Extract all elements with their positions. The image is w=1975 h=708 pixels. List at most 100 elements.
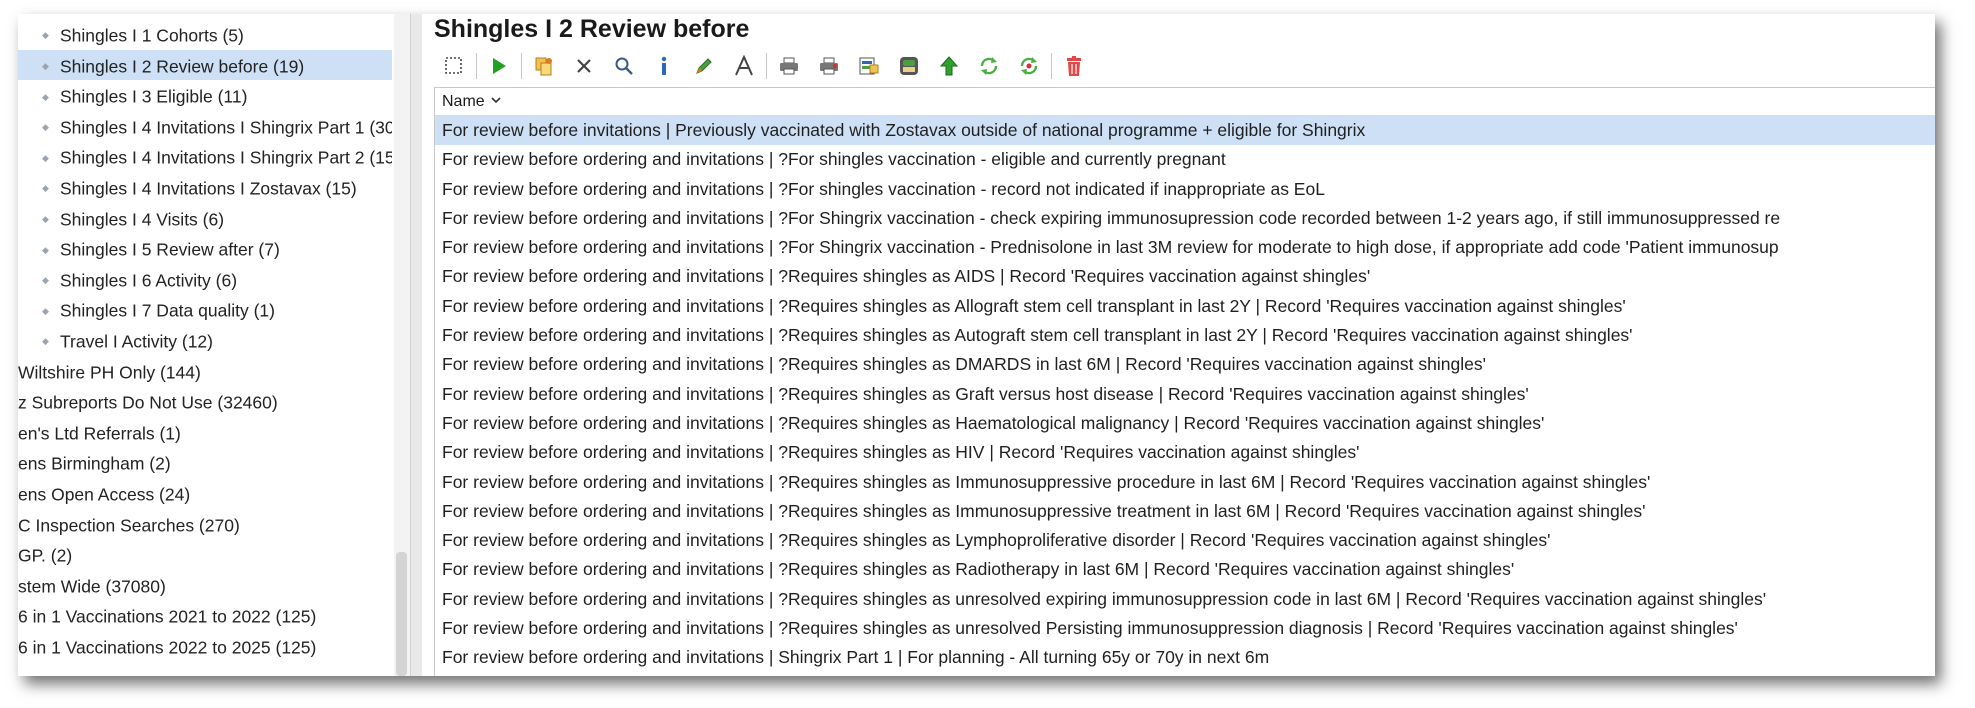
table-row[interactable]: For review before ordering and invitatio… (435, 233, 1935, 262)
tree-item-label: Shingles I 1 Cohorts (5) (60, 25, 244, 46)
table-row[interactable]: For review before ordering and invitatio… (435, 292, 1935, 321)
export-icon (859, 57, 879, 75)
copy-button[interactable] (524, 49, 564, 83)
tree-item[interactable]: ◆ Shingles I 2 Review before (19) (18, 49, 392, 81)
table-row[interactable]: For review before ordering and invitatio… (435, 643, 1935, 672)
tree-bullet-icon: ◆ (42, 305, 49, 316)
tree-item[interactable]: ◆ens Birmingham (2) (18, 447, 392, 478)
table-row[interactable]: For review before ordering and invitatio… (435, 321, 1935, 350)
trash-button[interactable] (1054, 49, 1094, 83)
delete-icon (577, 59, 591, 73)
table-row[interactable]: For review before ordering and invitatio… (435, 526, 1935, 555)
refresh-all-icon (1020, 57, 1038, 75)
table-row[interactable]: For review before ordering and invitatio… (435, 204, 1935, 233)
tree-item-label: en's Ltd Referrals (1) (18, 423, 181, 444)
tree-item-label: Shingles I 4 Invitations I Shingrix Part… (60, 117, 392, 138)
info-button[interactable] (644, 49, 684, 83)
table-row[interactable]: For review before ordering and invitatio… (435, 438, 1935, 467)
tree-item[interactable]: ◆ Shingles I 1 Cohorts (5) (18, 19, 392, 50)
print-preview-button[interactable] (809, 49, 849, 83)
info-icon (661, 56, 667, 75)
font-button[interactable] (724, 49, 764, 83)
select-all-button[interactable] (434, 49, 474, 83)
table-row[interactable]: For review before ordering and invitatio… (435, 262, 1935, 291)
toolbar-separator (521, 53, 522, 79)
column-header-name[interactable]: Name (435, 88, 1935, 116)
table-row[interactable]: For review before ordering and invitatio… (435, 468, 1935, 497)
tree-bullet-icon: ◆ (42, 91, 49, 102)
tree-item[interactable]: ◆ Shingles I 6 Activity (6) (18, 264, 392, 295)
tree-bullet-icon: ◆ (42, 244, 49, 255)
print-button[interactable] (769, 49, 809, 83)
tree-item[interactable]: ◆Wiltshire PH Only (144) (18, 356, 392, 387)
tree-item[interactable]: ◆ens Open Access (24) (18, 478, 392, 509)
tree-item[interactable]: ◆C Inspection Searches (270) (18, 509, 392, 540)
tree-item-label: Shingles I 7 Data quality (1) (60, 300, 275, 321)
tree-item-label: C Inspection Searches (270) (18, 514, 240, 535)
tree-item[interactable]: ◆ Shingles I 3 Eligible (11) (18, 80, 392, 111)
tree-bullet-icon: ◆ (42, 60, 49, 71)
refresh-all-button[interactable] (1009, 49, 1049, 83)
searches-grid: Name For review before invitations | Pre… (434, 87, 1935, 676)
edit-button[interactable] (684, 49, 724, 83)
search-tree: ◆ Shingles I 1 Cohorts (5) ◆ Shingles I 2 R… (18, 19, 392, 661)
tree-item[interactable]: ◆ Shingles I 4 Invitations I Shingrix Par… (18, 111, 392, 142)
tree-item[interactable]: ◆ Shingles I 4 Invitations I Zostavax (15… (18, 172, 392, 203)
tree-item-label: ens Open Access (24) (18, 484, 191, 505)
tree-bullet-icon: ◆ (42, 122, 49, 133)
tree-item[interactable]: ◆6 in 1 Vaccinations 2021 to 2022 (125) (18, 600, 392, 631)
tree-item[interactable]: ◆ Shingles I 4 Visits (6) (18, 203, 392, 234)
toolbar (434, 49, 1094, 83)
table-row[interactable]: For review before ordering and invitatio… (435, 585, 1935, 614)
tree-item[interactable]: ◆ Shingles I 4 Invitations I Shingrix Par… (18, 141, 392, 172)
print-icon (780, 57, 798, 75)
search-tree-pane: ◆ Shingles I 1 Cohorts (5) ◆ Shingles I 2 R… (18, 14, 410, 676)
tree-item[interactable]: ◆z Subreports Do Not Use (32460) (18, 386, 392, 417)
move-up-icon (939, 56, 959, 76)
tree-item[interactable]: ◆en's Ltd Referrals (1) (18, 417, 392, 448)
tree-item-label: 6 in 1 Vaccinations 2022 to 2025 (125) (18, 637, 317, 658)
tree-scrollbar-thumb[interactable] (396, 552, 407, 676)
run-button[interactable] (479, 49, 519, 83)
column-header-label: Name (442, 93, 485, 110)
table-row[interactable]: For review before ordering and invitatio… (435, 409, 1935, 438)
table-row[interactable]: For review before ordering and invitatio… (435, 497, 1935, 526)
table-row[interactable]: For review before ordering and invitatio… (435, 175, 1935, 204)
toolbar-separator (1051, 53, 1052, 79)
move-up-button[interactable] (929, 49, 969, 83)
table-row[interactable]: For review before ordering and invitatio… (435, 380, 1935, 409)
table-row[interactable]: For review before ordering and invitatio… (435, 555, 1935, 584)
tree-item-label: Travel I Activity (12) (60, 331, 213, 352)
tree-item[interactable]: ◆ Travel I Activity (12) (18, 325, 392, 356)
tree-item[interactable]: ◆6 in 1 Vaccinations 2022 to 2025 (125) (18, 631, 392, 662)
tree-item[interactable]: ◆ Shingles I 7 Data quality (1) (18, 294, 392, 325)
trash-icon (1067, 56, 1081, 76)
tree-item[interactable]: ◆stem Wide (37080) (18, 570, 392, 601)
tree-item-label: 6 in 1 Vaccinations 2021 to 2022 (125) (18, 606, 317, 627)
save-button[interactable] (889, 49, 929, 83)
search-button[interactable] (604, 49, 644, 83)
grid-rows: For review before invitations | Previous… (435, 116, 1935, 673)
table-row[interactable]: For review before ordering and invitatio… (435, 145, 1935, 174)
page-title: Shingles I 2 Review before (434, 15, 750, 43)
tree-item[interactable]: ◆GP. (2) (18, 539, 392, 570)
table-row[interactable]: For review before ordering and invitatio… (435, 614, 1935, 643)
tree-item-label: Shingles I 6 Activity (6) (60, 270, 238, 291)
tree-item-label: Shingles I 4 Invitations I Zostavax (15) (60, 178, 357, 199)
table-row[interactable]: For review before invitations | Previous… (435, 116, 1935, 146)
tree-item-label: Shingles I 4 Visits (6) (60, 208, 225, 229)
table-row[interactable]: For review before ordering and invitatio… (435, 350, 1935, 379)
print-preview-icon (820, 57, 838, 75)
tree-item[interactable]: ◆ Shingles I 5 Review after (7) (18, 233, 392, 264)
refresh-icon (980, 57, 998, 75)
edit-icon (696, 58, 712, 74)
tree-item-label: ens Birmingham (2) (18, 453, 171, 474)
tree-bullet-icon: ◆ (42, 30, 49, 41)
font-icon (735, 55, 753, 76)
tree-item-label: Shingles I 2 Review before (19) (60, 55, 305, 76)
delete-button[interactable] (564, 49, 604, 83)
tree-item-label: GP. (2) (18, 545, 73, 566)
refresh-button[interactable] (969, 49, 1009, 83)
export-button[interactable] (849, 49, 889, 83)
chevron-down-icon[interactable] (490, 88, 502, 115)
